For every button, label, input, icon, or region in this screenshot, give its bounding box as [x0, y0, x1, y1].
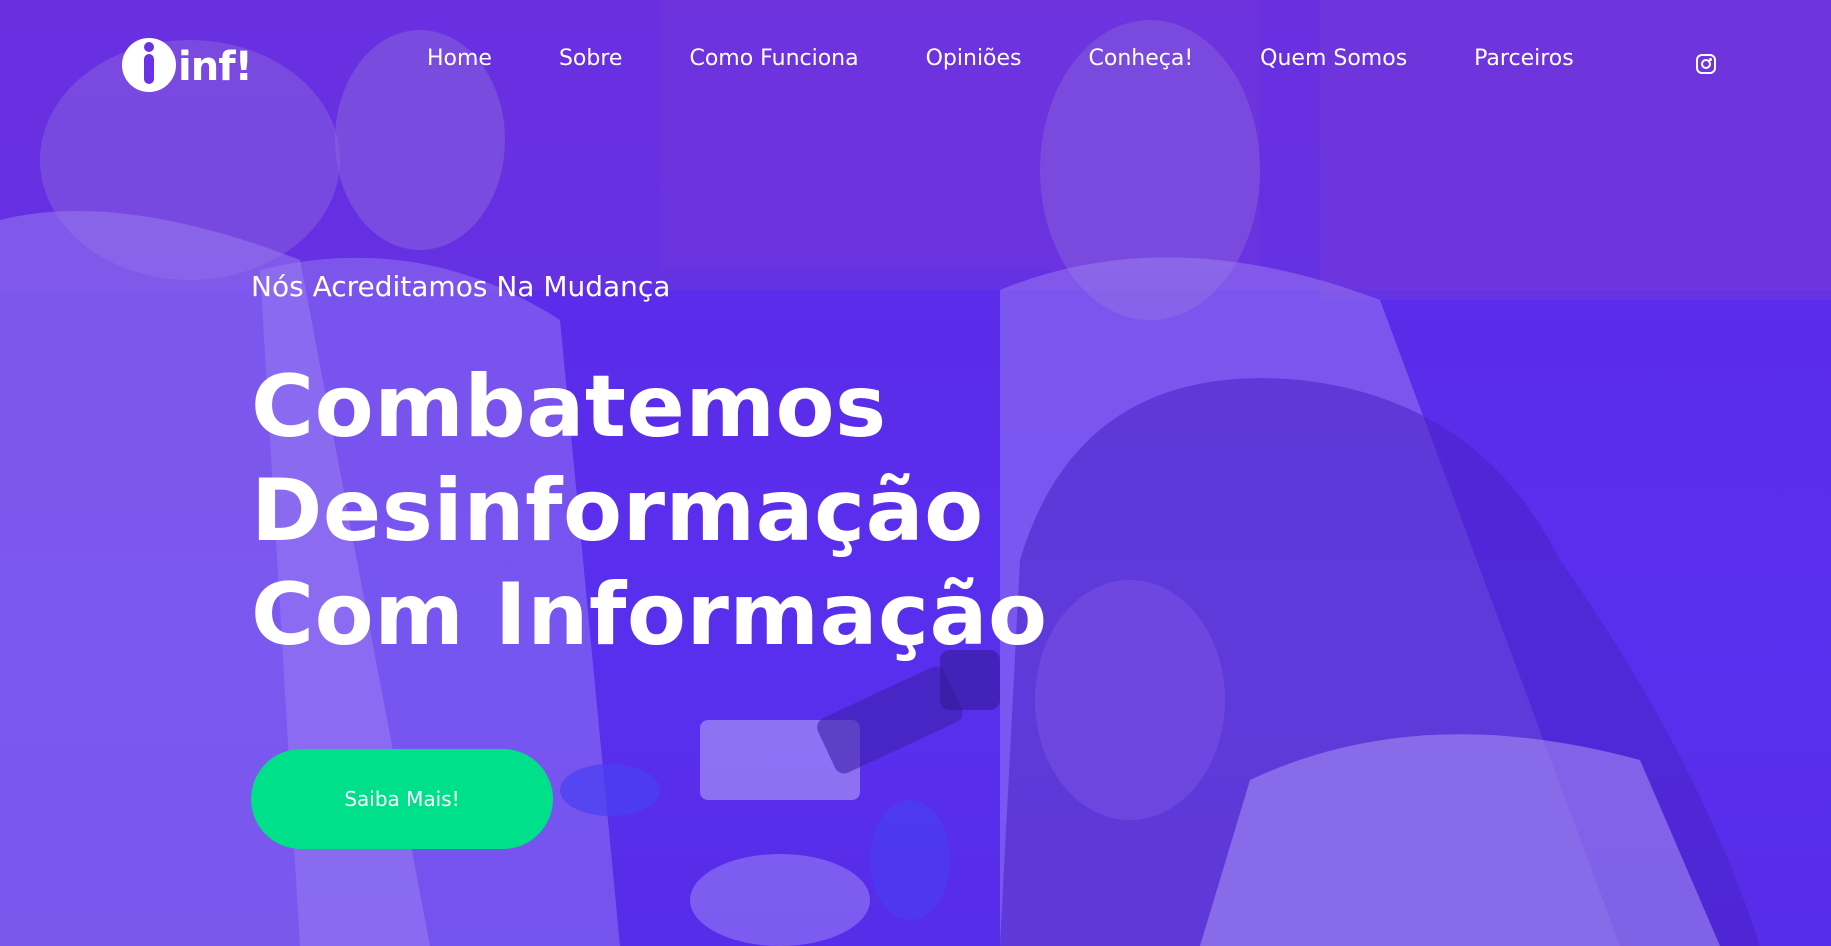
- nav-item-sobre[interactable]: Sobre: [559, 46, 623, 71]
- nav-item-quem-somos[interactable]: Quem Somos: [1260, 46, 1407, 71]
- headline-line-2: Desinformação: [251, 461, 984, 561]
- brand-logo[interactable]: inf!: [122, 38, 253, 92]
- hero-section: inf! Home Sobre Como Funciona Opiniões C…: [0, 0, 1831, 946]
- nav-item-parceiros[interactable]: Parceiros: [1474, 46, 1574, 71]
- top-navigation: inf! Home Sobre Como Funciona Opiniões C…: [0, 0, 1831, 130]
- logo-text: inf!: [178, 44, 253, 90]
- hero-content: Nós Acreditamos Na Mudança Combatemos De…: [251, 270, 1048, 667]
- saiba-mais-button[interactable]: Saiba Mais!: [251, 749, 553, 849]
- nav-item-como-funciona[interactable]: Como Funciona: [689, 46, 858, 71]
- headline-line-3: Com Informação: [251, 565, 1048, 665]
- headline-line-1: Combatemos: [251, 357, 887, 457]
- nav-item-home[interactable]: Home: [427, 46, 492, 71]
- main-menu: Home Sobre Como Funciona Opiniões Conheç…: [427, 46, 1641, 71]
- nav-item-conheca[interactable]: Conheça!: [1089, 46, 1194, 71]
- logo-mark-icon: [122, 38, 176, 92]
- instagram-icon[interactable]: [1696, 54, 1716, 74]
- hero-headline: Combatemos Desinformação Com Informação: [251, 355, 1048, 667]
- nav-item-opinioes[interactable]: Opiniões: [926, 46, 1022, 71]
- hero-tagline: Nós Acreditamos Na Mudança: [251, 270, 671, 303]
